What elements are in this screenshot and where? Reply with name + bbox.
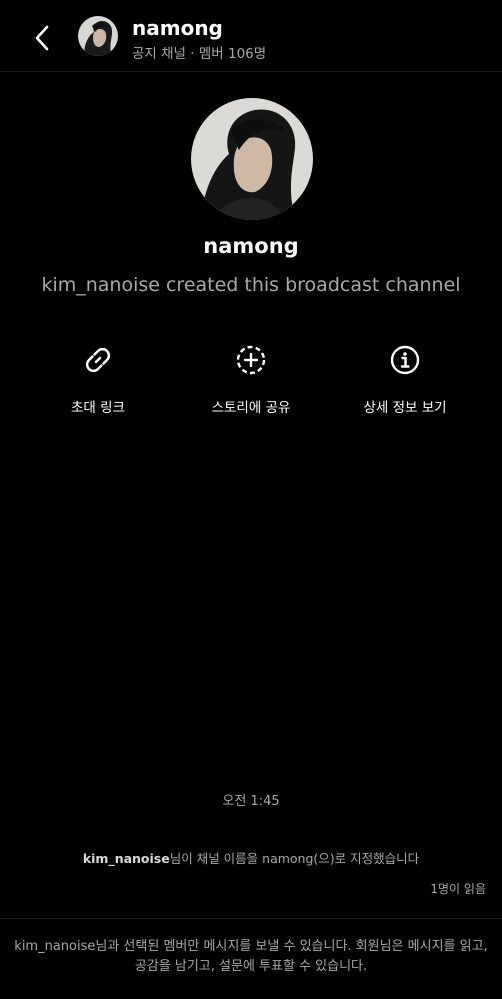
message-timestamp: 오전 1:45 xyxy=(222,794,280,809)
view-details-button[interactable]: 상세 정보 보기 xyxy=(335,342,475,416)
add-story-icon xyxy=(236,345,266,375)
view-details-label: 상세 정보 보기 xyxy=(363,400,447,416)
share-to-story-label: 스토리에 공유 xyxy=(211,400,291,416)
channel-header: namong 공지 채널 · 멤버 106명 xyxy=(0,0,502,72)
back-button[interactable] xyxy=(24,20,60,56)
system-message-username[interactable]: kim_nanoise xyxy=(83,851,170,866)
channel-title[interactable]: namong xyxy=(132,16,223,40)
invite-link-label: 초대 링크 xyxy=(71,400,125,416)
system-message: kim_nanoise님이 채널 이름을 namong(으)로 지정했습니다 xyxy=(0,848,502,867)
avatar-photo-large xyxy=(191,98,313,220)
chevron-left-icon xyxy=(35,25,49,51)
broadcast-notice: kim_nanoise님과 선택된 멤버만 메시지를 보낼 수 있습니다. 회원… xyxy=(0,918,502,999)
channel-name: namong xyxy=(203,234,299,258)
read-receipt: 1명이 읽음 xyxy=(430,882,486,896)
channel-subtitle: 공지 채널 · 멤버 106명 xyxy=(132,46,267,62)
info-icon xyxy=(390,345,420,375)
system-message-text: 님이 채널 이름을 namong(으)로 지정했습니다 xyxy=(169,851,420,866)
share-to-story-button[interactable]: 스토리에 공유 xyxy=(181,342,321,416)
avatar-photo xyxy=(78,16,118,56)
invite-link-button[interactable]: 초대 링크 xyxy=(28,342,168,416)
channel-avatar-large[interactable] xyxy=(191,98,313,220)
channel-avatar-small[interactable] xyxy=(78,16,118,56)
channel-actions: 초대 링크 스토리에 공유 상세 정보 보기 xyxy=(0,342,502,422)
channel-created-text: kim_nanoise created this broadcast chann… xyxy=(41,274,461,296)
link-icon xyxy=(86,348,110,372)
